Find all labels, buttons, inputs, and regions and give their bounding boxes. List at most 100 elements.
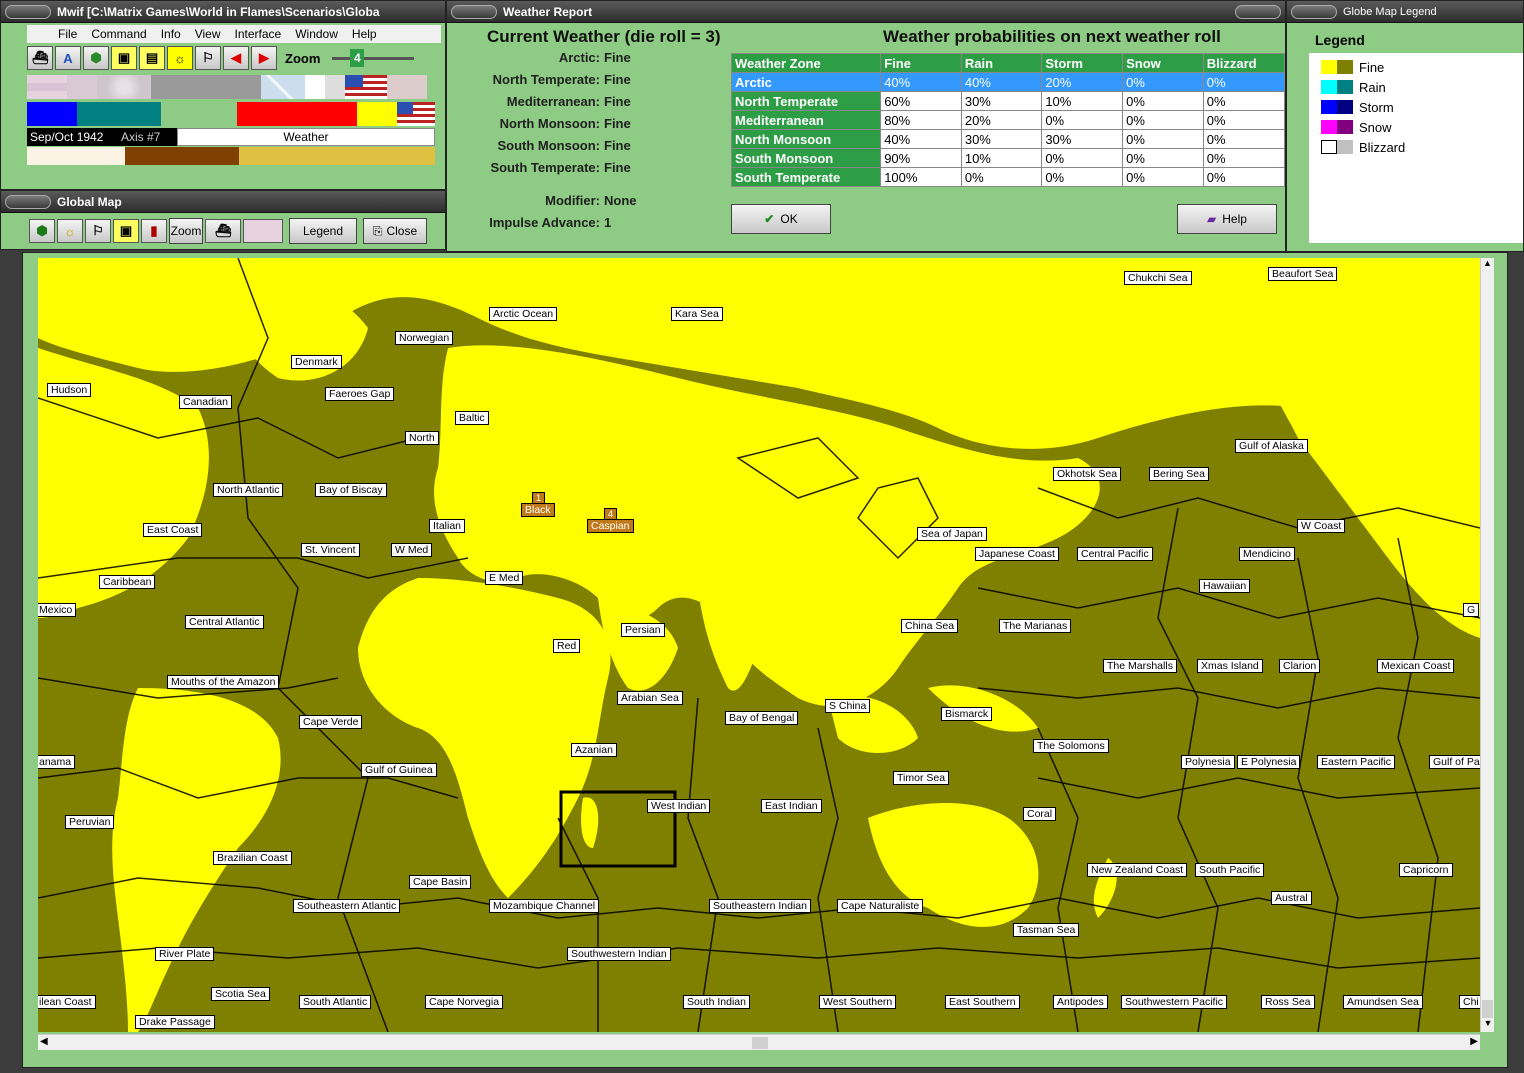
table-row[interactable]: North Monsoon 40% 30% 30% 0% 0% <box>730 129 1286 149</box>
label-cape-naturaliste[interactable]: Cape Naturaliste <box>837 899 924 913</box>
label-cape-basin[interactable]: Cape Basin <box>409 875 472 889</box>
label-polynesia[interactable]: Polynesia <box>1181 755 1235 769</box>
label-southeastern-indian[interactable]: Southeastern Indian <box>709 899 811 913</box>
flag-japan[interactable] <box>97 75 151 99</box>
col-snow[interactable]: Snow <box>1122 53 1204 73</box>
scroll-left-icon[interactable]: ◀ <box>40 1036 48 1047</box>
label-mexican-coast[interactable]: Mexican Coast <box>1377 659 1455 673</box>
label-mouths-amazon[interactable]: Mouths of the Amazon <box>167 675 280 689</box>
legend-titlebar[interactable]: Globe Map Legend <box>1287 1 1523 23</box>
ships-icon[interactable]: ⛴ <box>27 46 53 70</box>
table-row[interactable]: Arctic 40% 40% 20% 0% 0% <box>730 72 1286 92</box>
label-eastern-pacific[interactable]: Eastern Pacific <box>1317 755 1396 769</box>
hex-icon[interactable]: ⬢ <box>83 46 109 70</box>
flag-italy[interactable] <box>67 75 97 99</box>
table-row[interactable]: North Temperate 60% 30% 10% 0% 0% <box>730 91 1286 111</box>
label-arctic-ocean[interactable]: Arctic Ocean <box>489 307 558 321</box>
menu-command[interactable]: Command <box>84 27 153 41</box>
label-canadian[interactable]: Canadian <box>179 395 232 409</box>
col-rain[interactable]: Rain <box>960 53 1043 73</box>
label-japanese-coast[interactable]: Japanese Coast <box>975 547 1059 561</box>
mwif-titlebar[interactable]: Mwif [C:\Matrix Games\World in Flames\Sc… <box>1 1 445 23</box>
flag-france[interactable] <box>305 75 345 99</box>
window-control-icon[interactable] <box>1235 5 1281 19</box>
label-azanian[interactable]: Azanian <box>571 743 617 757</box>
scroll-thumb-vertical[interactable] <box>1482 1000 1493 1018</box>
label-cape-verde[interactable]: Cape Verde <box>299 715 363 729</box>
menu-interface[interactable]: Interface <box>228 27 289 41</box>
label-amundsen-sea[interactable]: Amundsen Sea <box>1343 995 1423 1009</box>
help-button[interactable]: ▰ Help <box>1177 204 1277 234</box>
flag-ussr[interactable] <box>387 75 427 99</box>
label-peruvian[interactable]: Peruvian <box>65 815 115 829</box>
label-new-zealand-coast[interactable]: New Zealand Coast <box>1087 863 1188 877</box>
label-west-indian[interactable]: West Indian <box>647 799 711 813</box>
label-the-marianas[interactable]: The Marianas <box>999 619 1072 633</box>
arrow-left-icon[interactable]: ◀ <box>223 46 249 70</box>
label-arabian-sea[interactable]: Arabian Sea <box>617 691 683 705</box>
scroll-up-icon[interactable]: ▲ <box>1481 258 1494 272</box>
label-china-sea[interactable]: China Sea <box>901 619 959 633</box>
label-north[interactable]: North <box>405 431 439 445</box>
col-zone[interactable]: Weather Zone <box>730 53 882 73</box>
weather-icon[interactable]: ☼ <box>167 46 193 70</box>
notes-icon[interactable]: ▤ <box>139 46 165 70</box>
flag-icon[interactable]: ⚐ <box>195 46 221 70</box>
flag-outline-icon[interactable]: ⚐ <box>85 219 111 243</box>
label-persian[interactable]: Persian <box>621 623 665 637</box>
ok-button[interactable]: ✔ OK <box>731 204 831 234</box>
label-bering-sea[interactable]: Bering Sea <box>1149 467 1209 481</box>
label-mexico[interactable]: Mexico <box>38 603 77 617</box>
label-scotia-sea[interactable]: Scotia Sea <box>211 987 270 1001</box>
label-denmark[interactable]: Denmark <box>291 355 342 369</box>
global-map-titlebar[interactable]: Global Map <box>1 191 445 213</box>
label-kara-sea[interactable]: Kara Sea <box>671 307 723 321</box>
label-north-atlantic[interactable]: North Atlantic <box>213 483 284 497</box>
label-st-vincent[interactable]: St. Vincent <box>301 543 360 557</box>
legend-button[interactable]: Legend <box>289 218 357 244</box>
label-gulf-of-alaska[interactable]: Gulf of Alaska <box>1235 439 1308 453</box>
label-chi[interactable]: Chi <box>1459 995 1480 1009</box>
unit-box-icon[interactable]: ▣ <box>113 219 139 243</box>
label-central-atlantic[interactable]: Central Atlantic <box>185 615 264 629</box>
label-east-indian[interactable]: East Indian <box>761 799 822 813</box>
label-panama[interactable]: anama <box>38 755 76 769</box>
label-black[interactable]: Black <box>521 503 555 517</box>
label-faeroes-gap[interactable]: Faeroes Gap <box>325 387 395 401</box>
label-east-southern[interactable]: East Southern <box>945 995 1020 1009</box>
close-button[interactable]: ⎘ Close <box>363 218 427 244</box>
label-timor-sea[interactable]: Timor Sea <box>893 771 950 785</box>
flag-uk[interactable] <box>261 75 305 99</box>
label-the-solomons[interactable]: The Solomons <box>1033 739 1109 753</box>
table-row[interactable]: South Monsoon 90% 10% 0% 0% 0% <box>730 148 1286 168</box>
label-hudson[interactable]: Hudson <box>47 383 92 397</box>
label-bay-of-biscay[interactable]: Bay of Biscay <box>315 483 387 497</box>
col-blizzard[interactable]: Blizzard <box>1202 53 1286 73</box>
vertical-scrollbar[interactable]: ▲ ▼ <box>1480 258 1494 1032</box>
menu-file[interactable]: File <box>51 27 84 41</box>
label-south-indian[interactable]: South Indian <box>683 995 750 1009</box>
label-antipodes[interactable]: Antipodes <box>1053 995 1108 1009</box>
label-sea-of-japan[interactable]: Sea of Japan <box>917 527 987 541</box>
label-east-coast[interactable]: East Coast <box>143 523 203 537</box>
label-italian[interactable]: Italian <box>429 519 466 533</box>
label-bay-of-bengal[interactable]: Bay of Bengal <box>725 711 799 725</box>
fleet-icon[interactable]: ⛴ <box>205 219 241 243</box>
label-xmas-island[interactable]: Xmas Island <box>1197 659 1263 673</box>
menu-window[interactable]: Window <box>288 27 345 41</box>
menu-view[interactable]: View <box>188 27 228 41</box>
label-clarion[interactable]: Clarion <box>1279 659 1321 673</box>
label-mendicino[interactable]: Mendicino <box>1239 547 1295 561</box>
label-south-pacific[interactable]: South Pacific <box>1195 863 1265 877</box>
label-drake-passage[interactable]: Drake Passage <box>135 1015 215 1029</box>
zoom-slider[interactable]: 4 <box>328 49 418 67</box>
zoom-thumb[interactable]: 4 <box>350 49 365 67</box>
label-beaufort-sea[interactable]: Beaufort Sea <box>1268 267 1338 281</box>
globe-map[interactable]: Arctic Ocean Kara Sea Chukchi Sea Beaufo… <box>38 258 1480 1032</box>
label-southwestern-indian[interactable]: Southwestern Indian <box>567 947 671 961</box>
label-southwestern-pacific[interactable]: Southwestern Pacific <box>1121 995 1228 1009</box>
label-brazilian-coast[interactable]: Brazilian Coast <box>213 851 292 865</box>
label-baltic[interactable]: Baltic <box>455 411 489 425</box>
label-chilean-coast[interactable]: ilean Coast <box>38 995 96 1009</box>
label-austral[interactable]: Austral <box>1271 891 1312 905</box>
